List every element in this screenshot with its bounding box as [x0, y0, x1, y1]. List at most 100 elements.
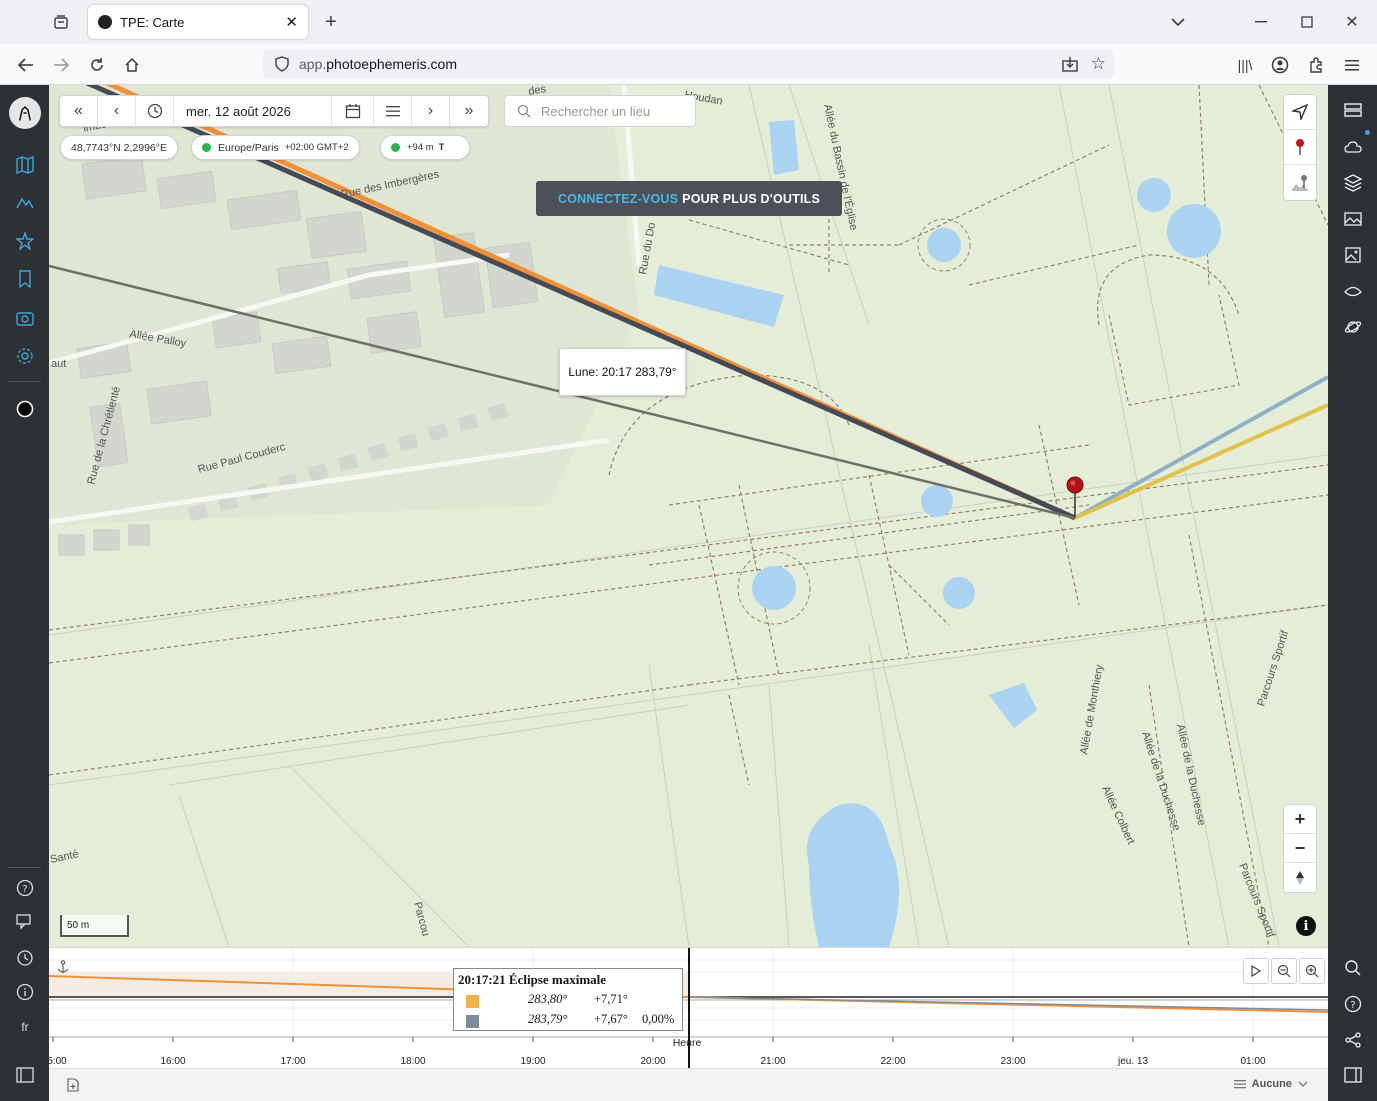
panel-toggle-icon[interactable] [1340, 1062, 1366, 1088]
time-tick: 22:00 [880, 1056, 906, 1067]
home-icon[interactable] [119, 52, 145, 78]
clock-icon[interactable] [136, 96, 174, 126]
status-bar: Aucune [49, 1068, 1328, 1101]
new-tab-icon[interactable]: + [318, 10, 344, 34]
next-day-double-chevron-icon[interactable]: » [450, 96, 488, 126]
history-icon[interactable] [12, 945, 38, 971]
timeline-graph[interactable] [49, 948, 1328, 1068]
extensions-icon[interactable] [1303, 52, 1329, 78]
info-icon[interactable] [12, 979, 38, 1005]
sidebar-divider [8, 867, 41, 868]
moon-swatch [466, 1015, 479, 1028]
grey-pin-terrain-icon[interactable] [1284, 165, 1316, 200]
map-label: Parcours Sportif [1255, 628, 1291, 708]
url-bar[interactable]: app. photoephemeris.com ☆ [263, 49, 1114, 79]
sun-altitude: +7,71° [594, 992, 628, 1006]
map-label: Allée de la Duchesse [1174, 723, 1207, 827]
add-file-icon[interactable] [67, 1078, 79, 1095]
sidebar-toggle-icon[interactable] [12, 1062, 38, 1088]
site-security-icon[interactable] [274, 56, 290, 75]
right-sidebar: ? [1328, 85, 1377, 1101]
place-search-input[interactable]: Rechercher un lieu [504, 95, 696, 127]
close-window-icon[interactable]: ✕ [1339, 10, 1365, 34]
planet-icon[interactable] [1340, 314, 1366, 340]
events-list-icon[interactable] [374, 96, 412, 126]
help-icon[interactable]: ? [1340, 991, 1366, 1017]
map-label: Allée de Monthiery [1078, 663, 1106, 755]
zoom-in-button[interactable]: + [1284, 805, 1316, 834]
login-banner[interactable]: CONNECTEZ-VOUS POUR PLUS D'OUTILS [536, 181, 842, 216]
prev-day-double-chevron-icon[interactable]: « [60, 96, 98, 126]
red-pin-icon[interactable] [1284, 130, 1316, 165]
weather-icon[interactable] [1340, 130, 1370, 160]
notification-dot [1365, 130, 1370, 135]
prev-chevron-icon[interactable]: ‹ [98, 96, 136, 126]
help-icon[interactable]: ? [12, 875, 38, 901]
coordinates-pill[interactable]: 48,7743°N 2,2996°E [60, 135, 178, 160]
menu-icon[interactable] [1339, 52, 1365, 78]
chevron-down-icon [1298, 1081, 1308, 1087]
feedback-icon[interactable] [12, 909, 38, 935]
tab-list-icon[interactable] [48, 10, 74, 34]
map-icon[interactable] [12, 152, 38, 178]
date-field[interactable]: mer. 12 août 2026 [174, 96, 332, 126]
app-logo[interactable] [9, 97, 41, 129]
maximize-icon[interactable] [1294, 10, 1320, 34]
language-selector[interactable]: fr [12, 1014, 38, 1040]
map-info-icon[interactable]: i [1296, 916, 1316, 936]
locate-arrow-icon[interactable] [1284, 95, 1316, 130]
sky-dome-icon[interactable] [1340, 278, 1366, 304]
date-toolbar: « ‹ mer. 12 août 2026 › » [59, 95, 489, 127]
timeline-panel[interactable]: 20:17:21 Éclipse maximale 283,80° +7,71°… [49, 947, 1328, 1068]
play-icon[interactable] [1243, 958, 1269, 984]
settings-gear-icon[interactable] [12, 343, 38, 369]
bookmark-star-icon[interactable]: ☆ [1091, 54, 1106, 74]
anchor-icon[interactable] [57, 960, 69, 977]
back-arrow-icon[interactable] [13, 52, 39, 78]
layers-list-icon[interactable] [1340, 97, 1366, 123]
image-icon[interactable] [1340, 242, 1366, 268]
calendar-icon[interactable] [332, 96, 374, 126]
chevron-down-icon[interactable] [1165, 10, 1191, 34]
compass-north-icon[interactable] [1284, 863, 1316, 892]
camera-icon[interactable] [12, 305, 38, 331]
close-tab-icon[interactable]: ✕ [285, 13, 298, 31]
login-link[interactable]: CONNECTEZ-VOUS [558, 192, 678, 206]
search-icon[interactable] [1340, 955, 1366, 981]
eclipse-mode-icon[interactable] [12, 396, 38, 422]
map-layers-icon[interactable] [1340, 170, 1366, 196]
list-icon [1233, 1080, 1246, 1089]
share-icon[interactable] [1340, 1027, 1366, 1053]
landscape-icon[interactable] [1340, 206, 1366, 232]
elevation-pill[interactable]: +94 m T [380, 135, 470, 160]
tooltip-text: Lune: 20:17 283,79° [568, 365, 677, 379]
browser-tab-bar: TPE: Carte ✕ + ✕ [0, 0, 1377, 44]
zoom-out-button[interactable]: − [1284, 834, 1316, 863]
terrain-icon[interactable] [12, 189, 38, 215]
next-chevron-icon[interactable]: › [412, 96, 450, 126]
reload-icon[interactable] [84, 52, 110, 78]
map-label: Allée de la Duchesse [1139, 730, 1182, 832]
save-page-icon[interactable] [1062, 56, 1078, 75]
minimize-icon[interactable] [1248, 10, 1274, 34]
account-icon[interactable] [1267, 52, 1293, 78]
bookmark-icon[interactable] [12, 266, 38, 292]
zoom-in-icon[interactable] [1299, 958, 1325, 984]
moon-azimuth-tooltip: Lune: 20:17 283,79° [559, 348, 686, 396]
library-icon[interactable]: |||\ [1232, 52, 1258, 78]
overlay-selector-value: Aucune [1251, 1078, 1292, 1090]
sun-row: 283,80° +7,71° [466, 992, 681, 1010]
time-tick: 5:00 [49, 1056, 67, 1067]
zoom-out-icon[interactable] [1271, 958, 1297, 984]
eclipse-coverage: 0,00% [642, 1012, 675, 1026]
time-tick: 23:00 [1000, 1056, 1026, 1067]
browser-tab[interactable]: TPE: Carte ✕ [88, 5, 308, 39]
overlay-selector[interactable]: Aucune [1233, 1078, 1308, 1090]
timezone-offset: +02:00 GMT+2 [284, 142, 349, 153]
sun-azimuth: 283,80° [528, 992, 568, 1006]
star-icon[interactable] [12, 228, 38, 254]
map-label: Santé [49, 848, 80, 866]
forward-arrow-icon[interactable] [48, 52, 74, 78]
timezone-pill[interactable]: Europe/Paris +02:00 GMT+2 [191, 135, 360, 160]
sun-swatch [466, 995, 479, 1008]
